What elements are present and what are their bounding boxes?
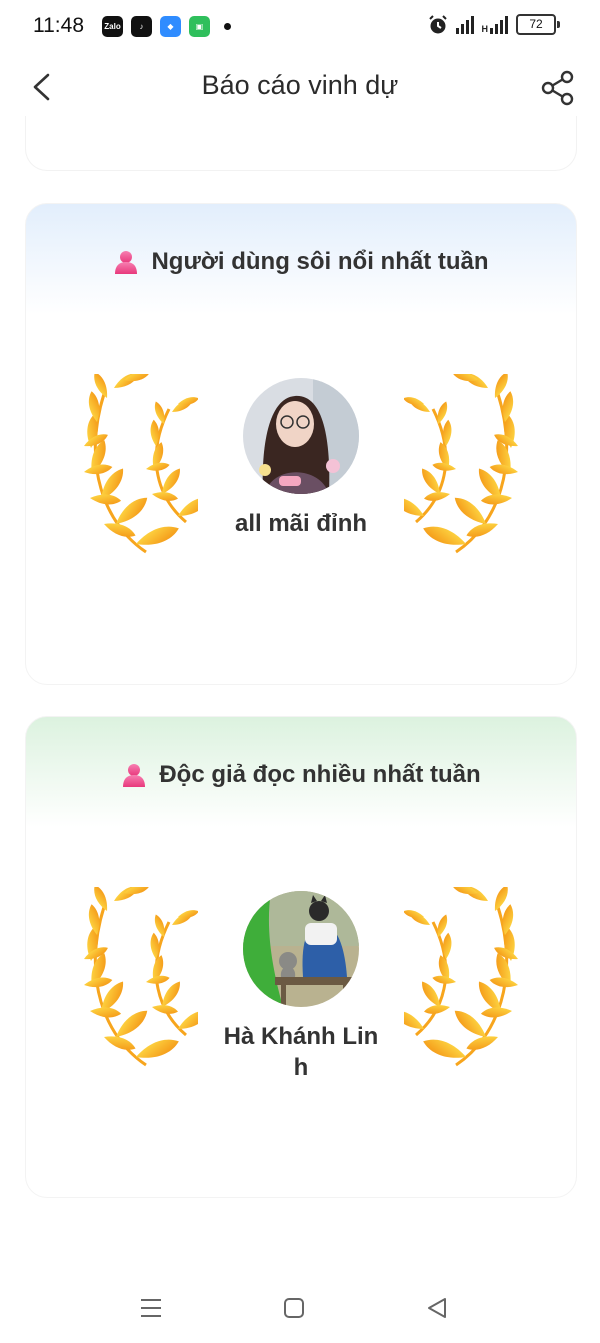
- user-icon: [115, 251, 138, 274]
- blue-app-icon: ◆: [160, 16, 181, 37]
- previous-card: [25, 116, 577, 171]
- menu-icon[interactable]: [137, 1294, 165, 1322]
- more-notifications-icon: [224, 23, 231, 30]
- card-title: Độc giả đọc nhiều nhất tuần: [159, 761, 481, 788]
- status-time: 11:48: [33, 14, 84, 37]
- user-icon: [123, 764, 146, 787]
- alarm-icon: [428, 14, 447, 33]
- avatar[interactable]: [243, 891, 359, 1007]
- card-title: Người dùng sôi nổi nhất tuần: [151, 248, 489, 275]
- battery-icon: 72: [516, 14, 560, 35]
- share-icon[interactable]: [540, 70, 576, 106]
- user-name: all mãi đỉnh: [234, 510, 368, 537]
- status-right: H 72: [428, 14, 560, 35]
- tiktok-icon: ♪: [131, 16, 152, 37]
- notification-icons: Zalo ♪ ◆ ▣: [102, 16, 231, 37]
- zalo-icon: Zalo: [102, 16, 123, 37]
- back-nav-icon[interactable]: [423, 1294, 451, 1322]
- card-header: Người dùng sôi nổi nhất tuần: [26, 248, 576, 276]
- top-reader-card: Độc giả đọc nhiều nhất tuần Hà Khánh Lin…: [25, 716, 577, 1198]
- user-name-line-2: h: [293, 1054, 309, 1081]
- app-header: Báo cáo vinh dự: [0, 54, 600, 124]
- home-icon[interactable]: [280, 1294, 308, 1322]
- signal-icon: [455, 15, 474, 34]
- user-name-line-1: Hà Khánh Lin: [223, 1023, 379, 1050]
- laurel-right-icon: [404, 887, 528, 1069]
- user-name: Hà Khánh Lin h: [201, 1021, 401, 1083]
- status-bar: 11:48 Zalo ♪ ◆ ▣ H 72: [0, 0, 600, 54]
- laurel-right-icon: [404, 374, 528, 556]
- active-user-card: Người dùng sôi nổi nhất tuần all mãi đỉn…: [25, 203, 577, 685]
- avatar[interactable]: [243, 378, 359, 494]
- laurel-left-icon: [74, 887, 198, 1069]
- signal-2-icon: H: [482, 15, 508, 34]
- green-app-icon: ▣: [189, 16, 210, 37]
- card-header: Độc giả đọc nhiều nhất tuần: [26, 761, 576, 789]
- system-nav-bar: [0, 1270, 600, 1343]
- page-title: Báo cáo vinh dự: [201, 70, 399, 100]
- laurel-left-icon: [74, 374, 198, 556]
